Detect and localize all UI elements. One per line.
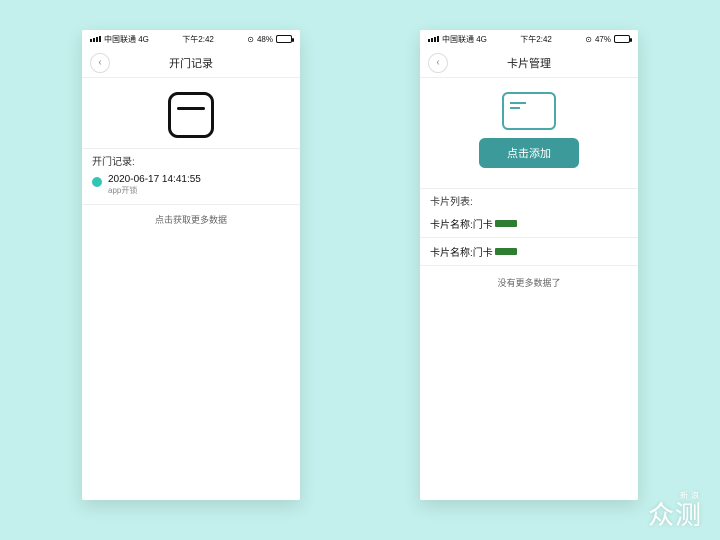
alarm-icon: ⊙ xyxy=(247,35,254,44)
phone-unlock-log: 中国联通 4G 下午2:42 ⊙ 48% ‹ 开门记录 开门记录: 2020-0… xyxy=(82,30,300,500)
no-more-data-label: 没有更多数据了 xyxy=(420,266,638,299)
add-card-button[interactable]: 点击添加 xyxy=(479,138,579,168)
signal-icon xyxy=(428,36,439,42)
carrier-label: 中国联通 4G xyxy=(104,34,149,45)
signal-icon xyxy=(90,36,101,42)
navbar: ‹ 卡片管理 xyxy=(420,48,638,78)
record-dot-icon xyxy=(92,177,102,187)
door-icon xyxy=(168,92,214,138)
phone-card-mgmt: 中国联通 4G 下午2:42 ⊙ 47% ‹ 卡片管理 点击添加 卡片列表: 卡… xyxy=(420,30,638,500)
record-method: app开锁 xyxy=(108,185,201,196)
watermark-big: 众测 xyxy=(648,500,702,530)
status-bar: 中国联通 4G 下午2:42 ⊙ 47% xyxy=(420,30,638,48)
carrier-label: 中国联通 4G xyxy=(442,34,487,45)
card-list-item[interactable]: 卡片名称:门卡 xyxy=(420,238,638,266)
record-timestamp: 2020-06-17 14:41:55 xyxy=(108,174,201,185)
card-list-label: 卡片列表: xyxy=(420,188,638,210)
clock-label: 下午2:42 xyxy=(520,34,552,45)
status-bar: 中国联通 4G 下午2:42 ⊙ 48% xyxy=(82,30,300,48)
battery-icon xyxy=(614,35,630,43)
redacted-icon xyxy=(495,220,517,227)
card-list-item[interactable]: 卡片名称:门卡 xyxy=(420,210,638,238)
battery-icon xyxy=(276,35,292,43)
card-item-name: 卡片名称:门卡 xyxy=(430,216,493,231)
watermark-small: 新浪 xyxy=(648,492,702,500)
record-row[interactable]: 2020-06-17 14:41:55 app开锁 xyxy=(82,170,300,205)
page-title: 卡片管理 xyxy=(420,55,638,71)
alarm-icon: ⊙ xyxy=(585,35,592,44)
records-section-label: 开门记录: xyxy=(82,148,300,170)
clock-label: 下午2:42 xyxy=(182,34,214,45)
battery-percent: 47% xyxy=(595,35,611,44)
card-icon xyxy=(502,92,556,130)
page-title: 开门记录 xyxy=(82,55,300,71)
redacted-icon xyxy=(495,248,517,255)
watermark: 新浪 众测 xyxy=(648,492,702,528)
navbar: ‹ 开门记录 xyxy=(82,48,300,78)
load-more-link[interactable]: 点击获取更多数据 xyxy=(82,205,300,234)
battery-percent: 48% xyxy=(257,35,273,44)
card-item-name: 卡片名称:门卡 xyxy=(430,244,493,259)
